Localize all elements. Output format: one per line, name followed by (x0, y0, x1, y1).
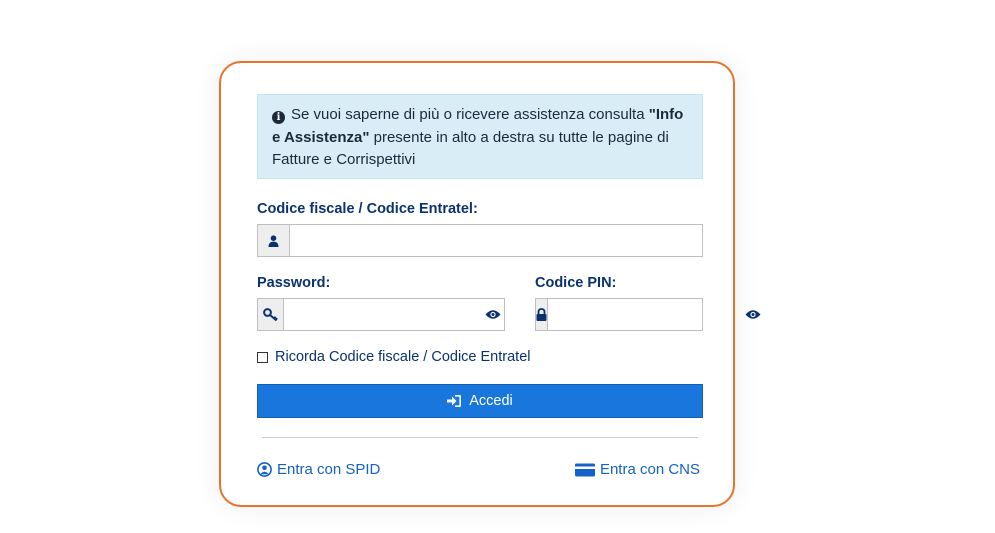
user-icon (258, 225, 290, 256)
credit-card-icon (574, 463, 595, 476)
pin-field (535, 298, 761, 331)
user-circle-icon (257, 462, 272, 477)
spid-link-label: Entra con SPID (277, 461, 381, 478)
info-alert: i Se vuoi saperne di più o ricevere assis… (257, 94, 703, 179)
remember-checkbox-row[interactable]: Ricorda Codice fiscale / Codice Entratel (257, 349, 530, 365)
codice-label: Codice fiscale / Codice Entratel: (257, 201, 478, 217)
info-text-before: Se vuoi saperne di più o ricevere assist… (291, 106, 649, 123)
remember-label: Ricorda Codice fiscale / Codice Entratel (275, 349, 531, 365)
remember-checkbox[interactable] (257, 351, 268, 363)
password-input[interactable] (284, 299, 482, 330)
divider (262, 437, 698, 438)
password-field (257, 298, 505, 331)
show-pin-eye-icon[interactable] (745, 299, 761, 330)
cns-link[interactable]: Entra con CNS (574, 461, 700, 478)
info-circle-icon: i (272, 111, 285, 124)
show-password-eye-icon[interactable] (481, 299, 504, 330)
accedi-label: Accedi (469, 393, 513, 409)
spid-link[interactable]: Entra con SPID (257, 461, 380, 478)
sign-in-icon (447, 395, 462, 407)
codice-input[interactable] (290, 225, 702, 256)
lock-icon (536, 299, 548, 330)
key-icon (258, 299, 285, 330)
cns-link-label: Entra con CNS (599, 461, 700, 478)
pin-input[interactable] (548, 299, 745, 330)
login-card: i Se vuoi saperne di più o ricevere assis… (219, 61, 761, 507)
password-label: Password: (257, 275, 331, 291)
pin-label: Codice PIN: (535, 275, 617, 291)
codice-field (257, 224, 703, 257)
accedi-button[interactable]: Accedi (257, 384, 703, 418)
